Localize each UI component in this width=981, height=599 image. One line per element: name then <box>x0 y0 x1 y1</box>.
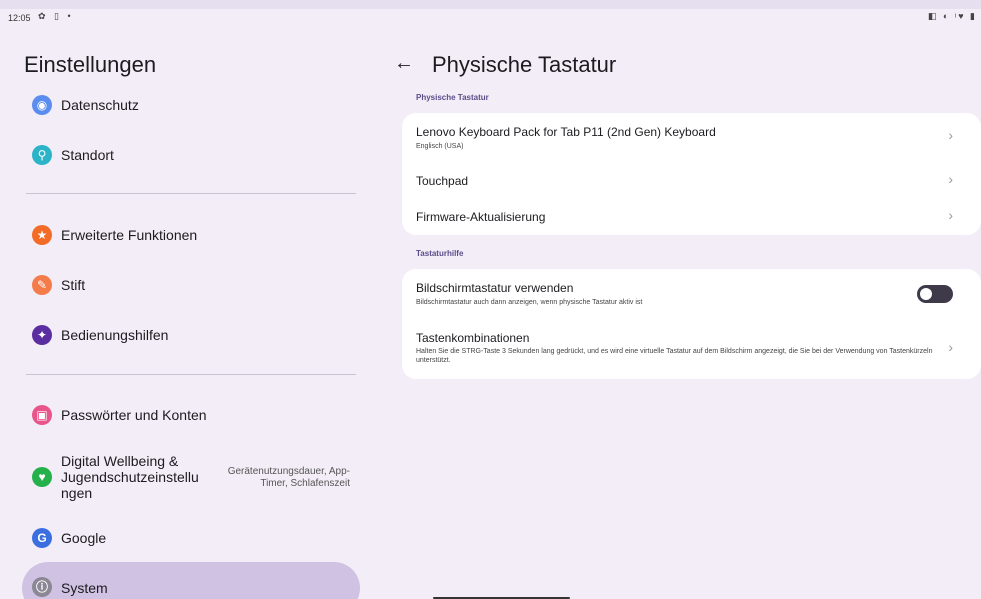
shortcuts-row[interactable]: Tastenkombinationen Halten Sie die STRG-… <box>402 319 981 379</box>
menu-item-label: Datenschutz <box>61 97 139 113</box>
menu-item-summary: Gerätenutzungsdauer, App-Timer, Schlafen… <box>227 466 350 489</box>
section-header-physical-keyboard: Physische Tastatur <box>416 93 489 102</box>
menu-item-standort[interactable]: ⚲ Standort <box>22 132 360 178</box>
menu-item-label: System <box>61 580 108 596</box>
privacy-eye-icon: ◉ <box>32 95 52 115</box>
chevron-right-icon: › <box>948 171 953 187</box>
divider <box>26 374 356 375</box>
keyboard-row[interactable]: Lenovo Keyboard Pack for Tab P11 (2nd Ge… <box>402 113 981 161</box>
menu-item-system[interactable]: ⓘ System <box>22 562 360 599</box>
keyboard-layout: Englisch (USA) <box>416 143 464 150</box>
menu-item-label: Stift <box>61 277 86 293</box>
menu-item-bedienungshilfen[interactable]: ✦ Bedienungshilfen <box>22 312 360 358</box>
status-bar: 12:05 ✿ ▯ • ◧ ◐ ᵎ♥ ▮ <box>0 0 981 28</box>
status-notification-icons: ✿ ▯ • <box>38 11 74 21</box>
back-arrow-icon[interactable]: ← <box>394 52 416 74</box>
accessibility-icon: ✦ <box>32 325 52 345</box>
firmware-label: Firmware-Aktualisierung <box>416 210 546 224</box>
menu-item-digital-wellbeing[interactable]: ♥ Digital Wellbeing & Jugendschutzeinste… <box>22 450 360 504</box>
menu-item-datenschutz[interactable]: ◉ Datenschutz <box>22 82 360 128</box>
menu-item-label: Digital Wellbeing & Jugendschutzeinstell… <box>61 453 199 501</box>
status-time: 12:05 <box>8 13 31 23</box>
settings-list-pane: Einstellungen ◉ Datenschutz ⚲ Standort ★… <box>0 28 380 599</box>
password-icon: ▣ <box>32 405 52 425</box>
chevron-right-icon: › <box>948 207 953 223</box>
chevron-right-icon: › <box>948 339 953 355</box>
chevron-right-icon: › <box>948 127 953 143</box>
toggle-knob <box>920 288 932 300</box>
keyboard-help-card: Bildschirmtastatur verwenden Bildschirmt… <box>402 269 981 379</box>
keyboard-name: Lenovo Keyboard Pack for Tab P11 (2nd Ge… <box>416 125 716 139</box>
menu-item-label: Passwörter und Konten <box>61 407 207 423</box>
keyboard-card: Lenovo Keyboard Pack for Tab P11 (2nd Ge… <box>402 113 981 235</box>
google-icon: G <box>32 528 52 548</box>
menu-item-label: Erweiterte Funktionen <box>61 227 198 243</box>
firmware-row[interactable]: Firmware-Aktualisierung › <box>402 197 981 235</box>
menu-item-label: Bedienungshilfen <box>61 327 169 343</box>
menu-item-label: Standort <box>61 147 114 163</box>
menu-item-stift[interactable]: ✎ Stift <box>22 262 360 308</box>
touchpad-row[interactable]: Touchpad › <box>402 161 981 197</box>
onscreen-keyboard-description: Bildschirmtastatur auch dann anzeigen, w… <box>416 299 643 306</box>
onscreen-keyboard-title: Bildschirmtastatur verwenden <box>416 281 574 295</box>
page-title: Physische Tastatur <box>432 52 617 77</box>
divider <box>26 193 356 194</box>
shortcuts-description: Halten Sie die STRG-Taste 3 Sekunden lan… <box>416 348 933 364</box>
pen-icon: ✎ <box>32 275 52 295</box>
shortcuts-title: Tastenkombinationen <box>416 331 530 345</box>
menu-item-label: Google <box>61 530 107 546</box>
settings-title: Einstellungen <box>24 52 157 77</box>
onscreen-keyboard-toggle[interactable] <box>917 285 953 303</box>
physical-keyboard-pane: ← Physische Tastatur Physische Tastatur … <box>380 28 981 599</box>
menu-item-passwoerter-konten[interactable]: ▣ Passwörter und Konten <box>22 392 360 438</box>
system-info-icon: ⓘ <box>32 577 52 597</box>
wellbeing-icon: ♥ <box>32 467 52 487</box>
status-system-icons: ◧ ◐ ᵎ♥ ▮ <box>927 11 977 21</box>
location-pin-icon: ⚲ <box>32 145 52 165</box>
star-icon: ★ <box>32 225 52 245</box>
touchpad-label: Touchpad <box>416 174 469 188</box>
section-header-keyboard-help: Tastaturhilfe <box>416 249 464 258</box>
menu-item-erweiterte-funktionen[interactable]: ★ Erweiterte Funktionen <box>22 212 360 258</box>
menu-item-google[interactable]: G Google <box>22 515 360 561</box>
onscreen-keyboard-row[interactable]: Bildschirmtastatur verwenden Bildschirmt… <box>402 269 981 319</box>
